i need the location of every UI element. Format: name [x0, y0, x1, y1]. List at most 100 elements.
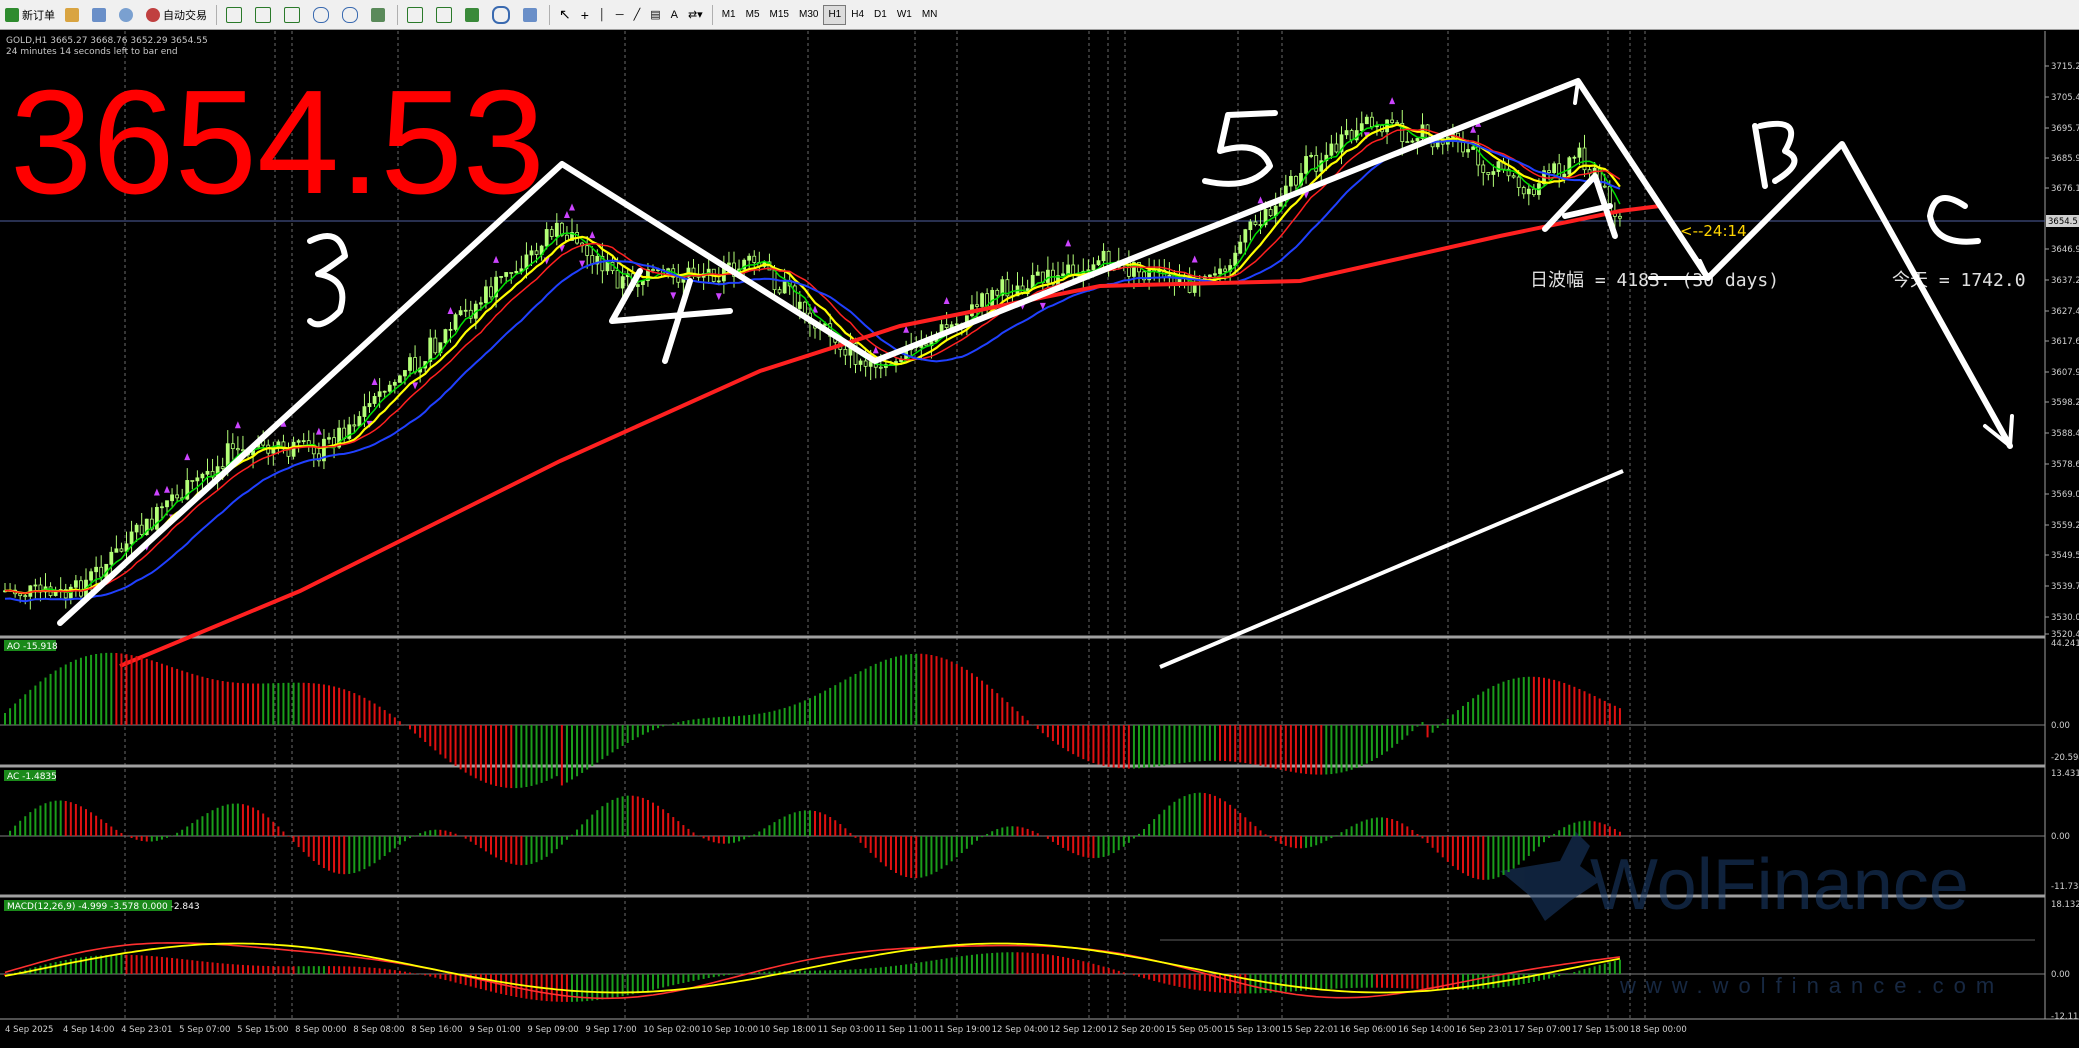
price-tick-label: 3578.6: [2051, 460, 2079, 470]
time-tick-label: 15 Sep 22:01: [1282, 1025, 1339, 1035]
candle: [843, 348, 848, 356]
timeframe-m1[interactable]: M1: [717, 5, 741, 25]
candle: [458, 310, 463, 316]
price-tick-label: 3539.7: [2051, 582, 2079, 592]
candle: [1359, 123, 1364, 131]
candle: [676, 276, 681, 283]
line-chart-button[interactable]: [280, 4, 307, 26]
trendline-icon: ╱: [633, 9, 641, 21]
candle: [301, 440, 306, 443]
vertical-line-button[interactable]: │: [595, 4, 610, 26]
candle: [954, 323, 959, 326]
time-tick-label: 15 Sep 05:00: [1166, 1025, 1223, 1035]
candle: [134, 524, 139, 533]
channel-button[interactable]: ▤: [646, 4, 664, 26]
candle: [944, 324, 949, 328]
time-tick-label: 12 Sep 12:00: [1050, 1025, 1107, 1035]
time-tick-label: 12 Sep 04:00: [992, 1025, 1049, 1035]
cursor-button[interactable]: ↖: [555, 4, 575, 26]
price-tick-label: 3549.5: [2051, 551, 2079, 561]
time-tick-label: 8 Sep 00:00: [295, 1025, 346, 1035]
candle: [878, 366, 883, 369]
candle: [190, 480, 195, 482]
timeframe-d1[interactable]: D1: [869, 5, 892, 25]
candle: [1258, 224, 1263, 226]
globe-icon: [119, 7, 133, 22]
timeframe-mn[interactable]: MN: [917, 5, 943, 25]
ao-label: AO -15.918: [7, 642, 58, 652]
timeframe-m30[interactable]: M30: [794, 5, 823, 25]
candle: [1526, 188, 1531, 195]
candle: [1364, 116, 1369, 125]
candle: [747, 255, 752, 261]
templates-button[interactable]: [519, 4, 544, 26]
candle: [1369, 116, 1374, 128]
timeframe-h1[interactable]: H1: [823, 4, 847, 25]
candle: [392, 381, 397, 386]
candle: [362, 406, 367, 417]
history-button[interactable]: [61, 4, 86, 26]
auto-trading-button[interactable]: 自动交易: [142, 4, 211, 26]
candle-chart-button[interactable]: [251, 4, 278, 26]
bar-chart-button[interactable]: [222, 4, 249, 26]
candle: [1233, 252, 1238, 266]
candle: [1521, 187, 1526, 195]
data-button[interactable]: [88, 4, 113, 26]
auto-trading-icon: [146, 7, 160, 22]
trendline-button[interactable]: ╱: [630, 4, 645, 26]
candle: [1309, 154, 1314, 157]
price-tick-label: 3598.2: [2051, 398, 2079, 408]
tile-windows-button[interactable]: [367, 4, 392, 26]
candle: [195, 477, 200, 482]
zoom-in-button[interactable]: [309, 4, 336, 26]
candle: [443, 329, 448, 344]
autoscroll-button[interactable]: [403, 4, 430, 26]
arrows-button[interactable]: ⇄▾: [684, 4, 707, 26]
text-button[interactable]: A: [667, 4, 682, 26]
timeframe-w1[interactable]: W1: [892, 5, 917, 25]
candle: [1061, 273, 1065, 277]
candle: [615, 270, 620, 289]
time-tick-label: 11 Sep 03:00: [818, 1025, 875, 1035]
candle: [377, 391, 382, 397]
time-tick-label: 9 Sep 09:00: [527, 1025, 578, 1035]
indicator-tick-label: -20.594: [2051, 753, 2079, 763]
bar-chart-icon: [226, 6, 242, 23]
candle: [651, 269, 655, 271]
candle: [1491, 171, 1496, 175]
chart-shift-button[interactable]: [432, 4, 459, 26]
indicators-button[interactable]: [461, 4, 486, 26]
candle: [1344, 130, 1349, 136]
indicator-tick-label: 44.241: [2051, 639, 2079, 649]
price-tick-label: 3685.9: [2051, 154, 2079, 164]
chart-window[interactable]: WolFinance www.wolfinance.com GOLD,H1 36…: [0, 31, 2079, 1043]
indicator-tick-label: -11.734: [2051, 882, 2079, 892]
price-tick-label: 3569.0: [2051, 490, 2079, 500]
timeframe-m15[interactable]: M15: [765, 5, 794, 25]
timeframe-m5[interactable]: M5: [741, 5, 765, 25]
candle: [170, 494, 174, 502]
candle: [175, 494, 180, 499]
candle: [1567, 157, 1572, 175]
crosshair-button[interactable]: +: [577, 4, 593, 26]
periods-button[interactable]: [488, 4, 517, 26]
new-order-button[interactable]: 新订单: [1, 4, 59, 26]
candle: [514, 270, 519, 274]
candle: [1618, 215, 1622, 219]
timeframe-h4[interactable]: H4: [846, 5, 869, 25]
zoom-out-button[interactable]: [338, 4, 365, 26]
candle: [858, 360, 863, 365]
candle: [1207, 274, 1212, 277]
indicator-tick-label: 0.00: [2051, 970, 2070, 980]
candle: [1238, 241, 1243, 254]
candle: [241, 449, 245, 452]
candle: [716, 280, 721, 283]
time-tick-label: 15 Sep 13:00: [1224, 1025, 1281, 1035]
candle: [220, 466, 225, 469]
horizontal-line-button[interactable]: ─: [612, 4, 628, 26]
market-button[interactable]: [115, 4, 140, 26]
candle: [1288, 175, 1293, 187]
candle: [777, 289, 782, 294]
line-chart-icon: [284, 6, 300, 23]
candle: [509, 272, 514, 274]
